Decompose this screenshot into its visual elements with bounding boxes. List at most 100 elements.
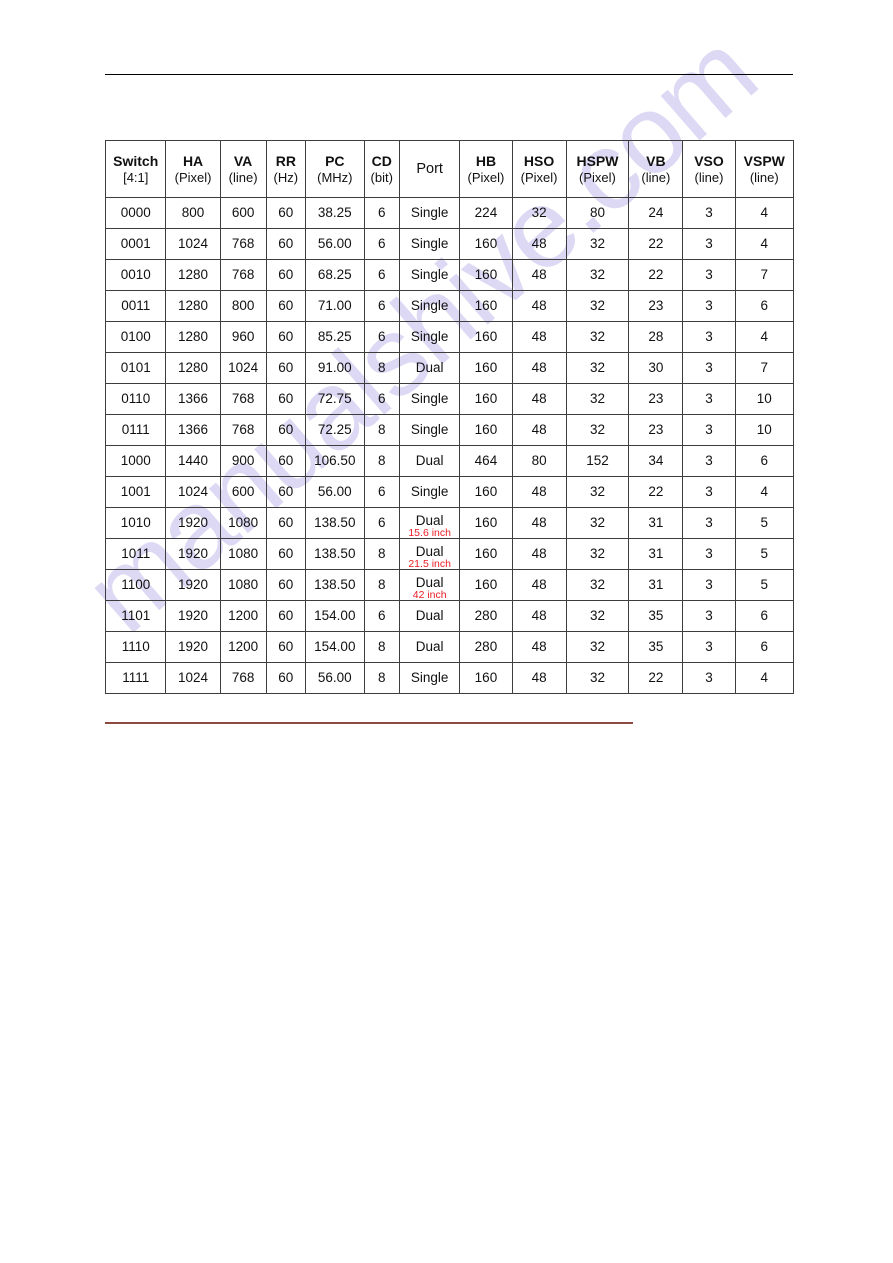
cell-cd: 6 xyxy=(363,476,400,508)
document-page: manualshive.com Switch [4:1] HA (Pixel) VA (l… xyxy=(0,0,893,1263)
column-header-name: HA xyxy=(182,153,204,170)
cell-cd: 6 xyxy=(363,321,400,353)
cell-ha: 1920 xyxy=(165,507,221,539)
cell-ha: 1920 xyxy=(165,631,221,663)
cell-switch: 1100 xyxy=(104,569,167,601)
cell-vb: 22 xyxy=(628,662,684,694)
cell-vspw: 7 xyxy=(734,352,795,384)
port-size-annotation: 21.5 inch xyxy=(408,557,451,570)
cell-vso: 3 xyxy=(682,445,736,477)
cell-vspw: 5 xyxy=(734,569,795,601)
cell-vb: 28 xyxy=(628,321,684,353)
cell-port: Dual xyxy=(398,352,461,384)
table-row: 0111 1366 768 60 72.25 8 Single 160 48 32 23 3 10 xyxy=(104,414,795,446)
cell-vso: 3 xyxy=(682,507,736,539)
cell-rr: 60 xyxy=(265,476,307,508)
cell-hb: 160 xyxy=(459,259,513,291)
cell-vb: 23 xyxy=(628,290,684,322)
cell-pc: 68.25 xyxy=(305,259,365,291)
cell-vb: 22 xyxy=(628,476,684,508)
cell-ha: 1024 xyxy=(165,662,221,694)
cell-switch: 1001 xyxy=(104,476,167,508)
column-header-hso: HSO (Pixel) xyxy=(511,140,567,198)
cell-pc: 154.00 xyxy=(305,600,365,632)
cell-hso: 48 xyxy=(511,259,567,291)
cell-ha: 1280 xyxy=(165,321,221,353)
cell-switch: 1000 xyxy=(104,445,167,477)
table-row: 1001 1024 600 60 56.00 6 Single 160 48 32 22 3 4 xyxy=(104,476,795,508)
cell-rr: 60 xyxy=(265,662,307,694)
cell-pc: 38.25 xyxy=(305,197,365,229)
cell-hso: 48 xyxy=(511,290,567,322)
cell-switch: 1011 xyxy=(104,538,167,570)
table-row: 0101 1280 1024 60 91.00 8 Dual 160 48 32 30 3 7 xyxy=(104,352,795,384)
column-header-unit: (MHz) xyxy=(317,169,353,185)
cell-vspw: 5 xyxy=(734,507,795,539)
column-header-vspw: VSPW (line) xyxy=(734,140,795,198)
cell-hspw: 32 xyxy=(565,228,630,260)
table-header-row: Switch [4:1] HA (Pixel) VA (line) RR (Hz) PC (MHz… xyxy=(104,140,795,198)
cell-vspw: 6 xyxy=(734,631,795,663)
cell-vspw: 4 xyxy=(734,197,795,229)
cell-vspw: 5 xyxy=(734,538,795,570)
column-header-unit: (line) xyxy=(694,169,724,185)
cell-vspw: 4 xyxy=(734,662,795,694)
cell-vso: 3 xyxy=(682,228,736,260)
column-header-name: HSPW xyxy=(576,153,619,170)
column-header-name: RR xyxy=(275,153,296,170)
column-header-unit: (line) xyxy=(749,169,779,185)
cell-port: Single xyxy=(398,383,461,415)
column-header-name: VSO xyxy=(694,153,724,170)
cell-hb: 160 xyxy=(459,538,513,570)
cell-pc: 138.50 xyxy=(305,569,365,601)
cell-port: Single xyxy=(398,321,461,353)
cell-pc: 72.75 xyxy=(305,383,365,415)
cell-rr: 60 xyxy=(265,197,307,229)
cell-hso: 48 xyxy=(511,538,567,570)
cell-vso: 3 xyxy=(682,321,736,353)
cell-hb: 280 xyxy=(459,600,513,632)
cell-vso: 3 xyxy=(682,569,736,601)
cell-switch: 1101 xyxy=(104,600,167,632)
cell-port: Dual 21.5 inch xyxy=(398,538,461,570)
cell-cd: 6 xyxy=(363,383,400,415)
cell-ha: 1366 xyxy=(165,383,221,415)
table-row: 1111 1024 768 60 56.00 8 Single 160 48 32 22 3 4 xyxy=(104,662,795,694)
cell-port: Single xyxy=(398,290,461,322)
cell-va: 900 xyxy=(219,445,267,477)
cell-pc: 138.50 xyxy=(305,507,365,539)
cell-switch: 0101 xyxy=(104,352,167,384)
cell-hso: 48 xyxy=(511,228,567,260)
cell-pc: 91.00 xyxy=(305,352,365,384)
cell-vb: 31 xyxy=(628,569,684,601)
table-row: 1110 1920 1200 60 154.00 8 Dual 280 48 32 35 3 6 xyxy=(104,631,795,663)
cell-va: 1200 xyxy=(219,631,267,663)
cell-cd: 8 xyxy=(363,631,400,663)
cell-rr: 60 xyxy=(265,259,307,291)
cell-port: Single xyxy=(398,197,461,229)
cell-ha: 1280 xyxy=(165,259,221,291)
cell-vso: 3 xyxy=(682,600,736,632)
cell-vso: 3 xyxy=(682,352,736,384)
column-header-port: Port xyxy=(398,140,461,198)
column-header-vb: VB (line) xyxy=(628,140,684,198)
cell-hb: 160 xyxy=(459,321,513,353)
cell-port: Dual xyxy=(398,600,461,632)
cell-ha: 1440 xyxy=(165,445,221,477)
cell-vspw: 6 xyxy=(734,445,795,477)
cell-va: 1200 xyxy=(219,600,267,632)
cell-rr: 60 xyxy=(265,600,307,632)
cell-vspw: 6 xyxy=(734,290,795,322)
cell-hso: 32 xyxy=(511,197,567,229)
table-row: 0110 1366 768 60 72.75 6 Single 160 48 32 23 3 10 xyxy=(104,383,795,415)
column-header-unit: [4:1] xyxy=(123,169,149,185)
cell-ha: 1366 xyxy=(165,414,221,446)
cell-rr: 60 xyxy=(265,507,307,539)
column-header-unit: (bit) xyxy=(370,169,393,185)
cell-va: 1080 xyxy=(219,538,267,570)
table-header: Switch [4:1] HA (Pixel) VA (line) RR (Hz) PC (MHz… xyxy=(104,140,795,198)
column-header-name: VB xyxy=(646,153,666,170)
cell-cd: 6 xyxy=(363,259,400,291)
column-header-ha: HA (Pixel) xyxy=(165,140,221,198)
table-row: 1100 1920 1080 60 138.50 8 Dual 42 inch 160 48 32 3… xyxy=(104,569,795,601)
